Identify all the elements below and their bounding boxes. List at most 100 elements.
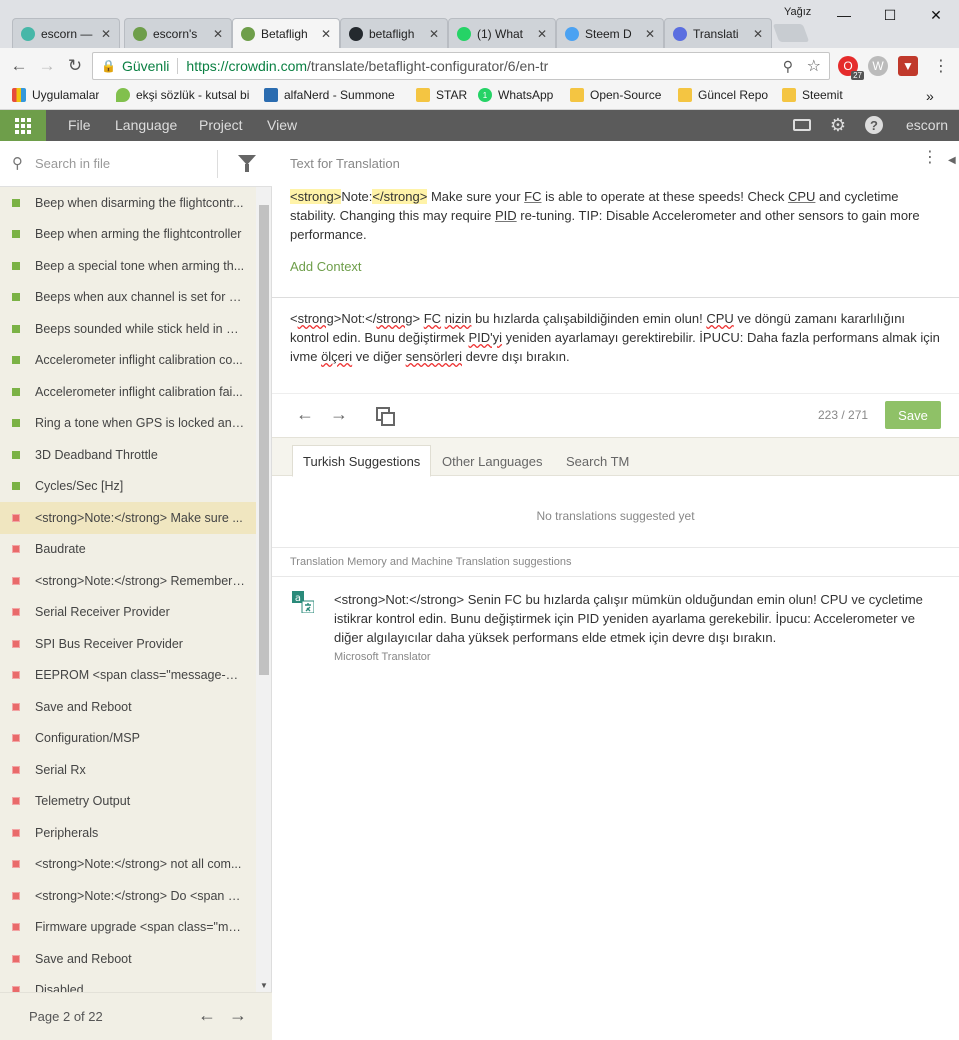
list-item[interactable]: Configuration/MSP [0,723,256,755]
tab-search-tm[interactable]: Search TM [556,445,639,477]
menu-project[interactable]: Project [199,117,243,133]
list-item[interactable]: Beep when disarming the flightcontr... [0,187,256,219]
tab-close-icon[interactable]: ✕ [321,27,331,41]
tab-close-icon[interactable]: ✕ [213,27,223,41]
tab-close-icon[interactable]: ✕ [753,27,763,41]
scrollbar-thumb[interactable] [259,205,269,675]
scroll-down-icon[interactable]: ▼ [260,981,268,990]
list-item[interactable]: <strong>Note:</strong> not all com... [0,849,256,881]
menu-language[interactable]: Language [115,117,177,133]
browser-tab[interactable]: betafligh ✕ [340,18,448,48]
tab-close-icon[interactable]: ✕ [101,27,111,41]
source-tag[interactable]: <strong> [290,189,342,204]
scrollbar[interactable]: ▼ [256,187,271,992]
list-item[interactable]: Telemetry Output [0,786,256,818]
list-item[interactable]: Accelerometer inflight calibration fai..… [0,376,256,408]
mega-extension-icon[interactable]: ▼ [898,56,918,76]
list-item[interactable]: Beep a special tone when arming th... [0,250,256,282]
previous-string-icon[interactable]: ← [296,404,314,425]
list-item[interactable]: <strong>Note:</strong> Make sure ... [0,502,256,534]
tab-turkish-suggestions[interactable]: Turkish Suggestions [292,445,432,477]
bookmark-item[interactable]: STAR [416,88,467,102]
list-item[interactable]: Serial Receiver Provider [0,597,256,629]
opera-extension-icon[interactable]: O 27 [838,56,864,80]
tab-close-icon[interactable]: ✕ [429,27,439,41]
username[interactable]: escorn [906,117,948,133]
browser-user-name[interactable]: Yağız [784,6,811,18]
wordpress-extension-icon[interactable]: W [868,56,888,76]
tab-close-icon[interactable]: ✕ [537,27,547,41]
bookmark-item[interactable]: Open-Source [570,88,661,102]
list-item[interactable]: SPI Bus Receiver Provider [0,628,256,660]
keyboard-icon[interactable] [792,115,812,135]
maximize-icon[interactable]: ☐ [867,4,913,26]
address-bar[interactable]: 🔒 Güvenli https://crowdin.com/translate/… [92,52,830,80]
bookmark-item[interactable]: alfaNerd - Summone [264,88,402,102]
bookmark-item[interactable]: Steemit [782,88,843,102]
browser-menu-icon[interactable]: ⋮ [930,55,952,77]
search-icon[interactable]: ⚲ [783,58,793,75]
help-icon[interactable]: ? [864,115,884,135]
browser-tab[interactable]: Translati ✕ [664,18,772,48]
more-bookmarks-button[interactable]: » [926,88,934,104]
list-item[interactable]: Firmware upgrade <span class="me... [0,912,256,944]
list-item[interactable]: Accelerometer inflight calibration co... [0,345,256,377]
bookmark-star-icon[interactable]: ☆ [807,56,821,76]
tab-other-languages[interactable]: Other Languages [432,445,552,477]
menu-view[interactable]: View [267,117,297,133]
bookmark-item[interactable]: Uygulamalar [12,88,99,102]
browser-tab[interactable]: escorn — ✕ [12,18,120,48]
browser-tab[interactable]: (1) What ✕ [448,18,556,48]
gear-icon[interactable]: ⚙ [828,115,848,135]
list-item[interactable]: <strong>Note:</strong> Remember ... [0,565,256,597]
list-item[interactable]: Beeps when aux channel is set for b... [0,282,256,314]
browser-tab[interactable]: escorn's ✕ [124,18,232,48]
minimize-icon[interactable]: — [821,4,867,26]
mt-suggestion-text[interactable]: <strong>Not:</strong> Senin FC bu hızlar… [334,590,934,647]
browser-tab-active[interactable]: Betafligh ✕ [232,18,340,49]
tab-close-icon[interactable]: ✕ [645,27,655,41]
list-item[interactable]: Disabled [0,975,256,992]
add-context-link[interactable]: Add Context [290,259,362,274]
list-item[interactable]: EEPROM <span class="message-posi... [0,660,256,692]
translation-input[interactable]: <strong>Not:</strong> FC nizin bu hızlar… [290,309,940,366]
menu-file[interactable]: File [68,117,91,133]
filter-icon[interactable] [238,155,256,172]
next-page-icon[interactable]: → [229,1005,247,1026]
back-arrow-icon[interactable]: ← [8,55,30,77]
search-input[interactable]: Search in file [35,156,110,171]
more-options-icon[interactable]: ⋮ [922,150,938,166]
collapse-panel-icon[interactable]: ◀ [948,155,956,166]
bookmark-item[interactable]: Güncel Repo [678,88,768,102]
secure-label[interactable]: Güvenli [122,58,179,74]
save-button[interactable]: Save [885,401,941,429]
list-item[interactable]: 3D Deadband Throttle [0,439,256,471]
glossary-term[interactable]: CPU [788,189,815,204]
list-item-text: 3D Deadband Throttle [35,447,158,462]
list-item[interactable]: Peripherals [0,817,256,849]
list-item[interactable]: Ring a tone when GPS is locked and ... [0,408,256,440]
glossary-term[interactable]: PID [495,208,517,223]
bookmark-item[interactable]: ekşi sözlük - kutsal bi [116,88,256,102]
list-item[interactable]: Serial Rx [0,754,256,786]
glossary-term[interactable]: FC [524,189,541,204]
list-item[interactable]: Save and Reboot [0,691,256,723]
list-item[interactable]: <strong>Note:</strong> Do <span cl... [0,880,256,912]
window-close-icon[interactable]: ✕ [913,4,959,26]
reload-icon[interactable]: ↻ [64,55,86,77]
new-tab-button[interactable] [772,24,810,42]
list-item[interactable]: Beeps sounded while stick held in di... [0,313,256,345]
next-string-icon[interactable]: → [330,404,348,425]
bookmark-item[interactable]: 1 WhatsApp [478,88,553,102]
apps-grid-icon[interactable] [0,110,46,141]
url-text[interactable]: https://crowdin.com/translate/betaflight… [186,58,548,74]
prev-page-icon[interactable]: ← [198,1005,216,1026]
copy-source-icon[interactable] [376,407,395,426]
list-item[interactable]: Cycles/Sec [Hz] [0,471,256,503]
browser-tab[interactable]: Steem D ✕ [556,18,664,48]
source-tag[interactable]: </strong> [372,189,428,204]
list-item[interactable]: Baudrate [0,534,256,566]
list-item[interactable]: Beep when arming the flightcontroller [0,219,256,251]
forward-arrow-icon[interactable]: → [36,55,58,77]
list-item[interactable]: Save and Reboot [0,943,256,975]
